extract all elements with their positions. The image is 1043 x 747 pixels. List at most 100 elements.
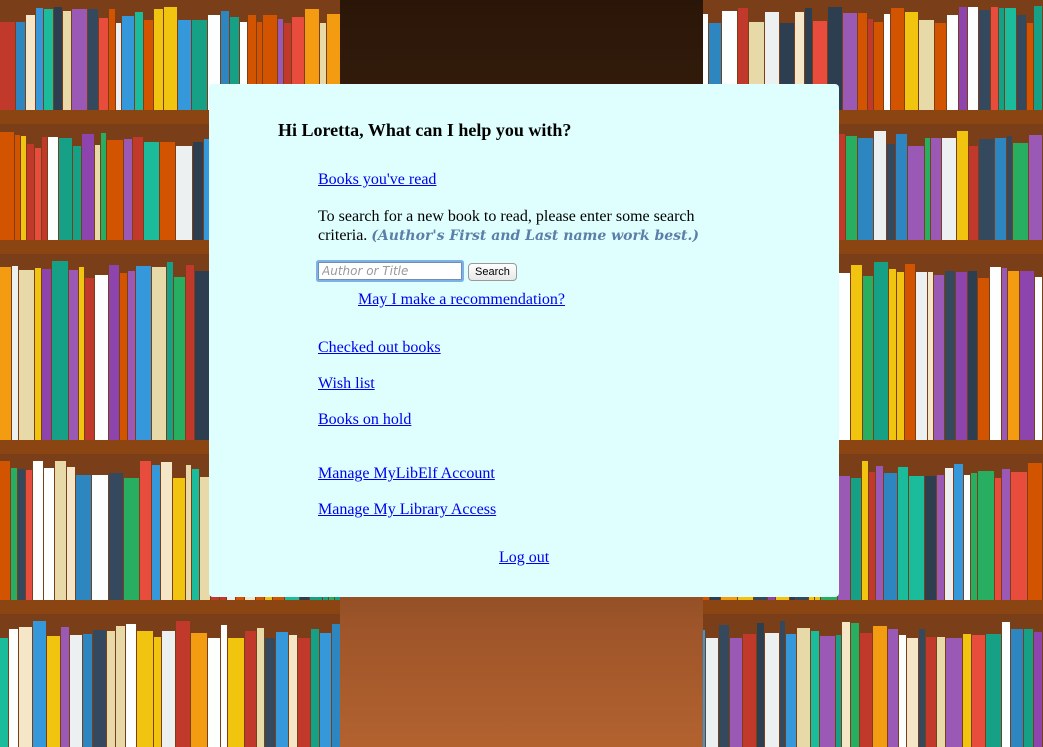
book-spine bbox=[124, 139, 132, 240]
book-spine bbox=[107, 631, 115, 747]
book-spine bbox=[839, 273, 850, 440]
book-spine bbox=[33, 621, 46, 747]
book-spine bbox=[972, 635, 985, 747]
book-spine bbox=[842, 622, 850, 747]
book-spine bbox=[851, 265, 862, 440]
book-spine bbox=[851, 478, 861, 600]
book-spine bbox=[937, 637, 945, 747]
book-spine bbox=[36, 8, 43, 110]
book-spine bbox=[846, 136, 857, 240]
book-spine bbox=[18, 469, 25, 600]
search-instruction: To search for a new book to read, please… bbox=[318, 207, 718, 246]
search-hint: (Author's First and Last name work best.… bbox=[371, 228, 699, 244]
book-spine bbox=[925, 476, 936, 600]
book-spine bbox=[1002, 469, 1010, 600]
book-spine bbox=[1011, 472, 1027, 600]
books-read-link[interactable]: Books you've read bbox=[318, 171, 436, 189]
book-spine bbox=[99, 18, 108, 110]
book-spine bbox=[88, 9, 98, 110]
book-spine bbox=[907, 638, 918, 747]
checked-out-books-link[interactable]: Checked out books bbox=[318, 339, 441, 357]
book-spine bbox=[67, 467, 75, 600]
book-spine bbox=[706, 638, 718, 747]
book-spine bbox=[69, 270, 78, 440]
book-spine bbox=[986, 634, 1001, 747]
book-spine bbox=[743, 634, 756, 747]
book-spine bbox=[916, 272, 927, 440]
book-spine bbox=[83, 634, 92, 747]
wish-list-link[interactable]: Wish list bbox=[318, 375, 375, 393]
book-spine bbox=[843, 13, 857, 110]
book-spine bbox=[101, 133, 106, 240]
book-spine bbox=[703, 630, 705, 747]
book-spine bbox=[298, 638, 310, 747]
book-spine bbox=[122, 16, 134, 110]
book-spine bbox=[786, 634, 796, 747]
book-spine bbox=[797, 628, 810, 747]
book-spine bbox=[979, 10, 990, 110]
book-spine bbox=[995, 138, 1006, 240]
book-spine bbox=[176, 621, 190, 747]
book-spine bbox=[874, 22, 883, 110]
book-spine bbox=[35, 148, 41, 240]
book-spine bbox=[35, 268, 41, 440]
book-spine bbox=[874, 262, 888, 440]
search-input[interactable] bbox=[318, 262, 462, 280]
book-spine bbox=[1029, 135, 1042, 240]
books-on-hold-link[interactable]: Books on hold bbox=[318, 411, 411, 429]
book-spine bbox=[971, 473, 977, 600]
book-spine bbox=[968, 271, 977, 440]
book-spine bbox=[144, 142, 159, 240]
book-spine bbox=[195, 271, 210, 440]
book-spine bbox=[860, 633, 872, 747]
book-spine bbox=[969, 146, 978, 240]
book-spine bbox=[891, 8, 904, 110]
book-spine bbox=[124, 478, 139, 600]
book-spine bbox=[979, 139, 994, 240]
book-spine bbox=[126, 624, 136, 747]
recommendation-link[interactable]: May I make a recommendation? bbox=[358, 291, 565, 309]
book-spine bbox=[1017, 15, 1026, 110]
book-spine bbox=[257, 628, 264, 747]
book-spine bbox=[957, 131, 968, 240]
book-spine bbox=[276, 632, 288, 747]
book-spine bbox=[946, 638, 962, 747]
book-spine bbox=[905, 264, 915, 440]
book-spine bbox=[11, 468, 17, 600]
book-spine bbox=[1020, 271, 1034, 440]
book-spine bbox=[919, 20, 934, 110]
book-spine bbox=[1011, 629, 1023, 747]
book-spine bbox=[964, 475, 970, 600]
book-spine bbox=[311, 629, 319, 747]
book-spine bbox=[931, 138, 941, 240]
book-spine bbox=[154, 9, 163, 110]
book-spine bbox=[947, 15, 958, 110]
book-spine bbox=[72, 9, 87, 110]
log-out-link[interactable]: Log out bbox=[499, 549, 549, 567]
book-spine bbox=[991, 7, 998, 110]
book-spine bbox=[868, 19, 873, 110]
manage-library-access-link[interactable]: Manage My Library Access bbox=[318, 501, 496, 519]
book-spine bbox=[92, 475, 108, 600]
book-spine bbox=[934, 275, 944, 440]
book-spine bbox=[176, 146, 192, 240]
book-spine bbox=[95, 275, 108, 440]
book-spine bbox=[332, 624, 340, 747]
book-spine bbox=[919, 629, 925, 747]
book-spine bbox=[780, 621, 785, 747]
book-spine bbox=[160, 142, 175, 240]
greeting-heading: Hi Loretta, What can I help you with? bbox=[278, 120, 572, 140]
manage-account-link[interactable]: Manage MyLibElf Account bbox=[318, 465, 495, 483]
book-spine bbox=[1034, 632, 1042, 747]
book-spine bbox=[19, 627, 32, 747]
book-spine bbox=[928, 272, 933, 440]
search-button[interactable]: Search bbox=[468, 263, 517, 281]
book-spine bbox=[137, 631, 153, 747]
book-spine bbox=[116, 23, 121, 110]
book-spine bbox=[1008, 271, 1019, 440]
book-spine bbox=[42, 269, 51, 440]
book-spine bbox=[959, 7, 967, 110]
book-spine bbox=[192, 20, 207, 110]
book-spine bbox=[79, 267, 84, 440]
book-spine bbox=[836, 635, 841, 747]
